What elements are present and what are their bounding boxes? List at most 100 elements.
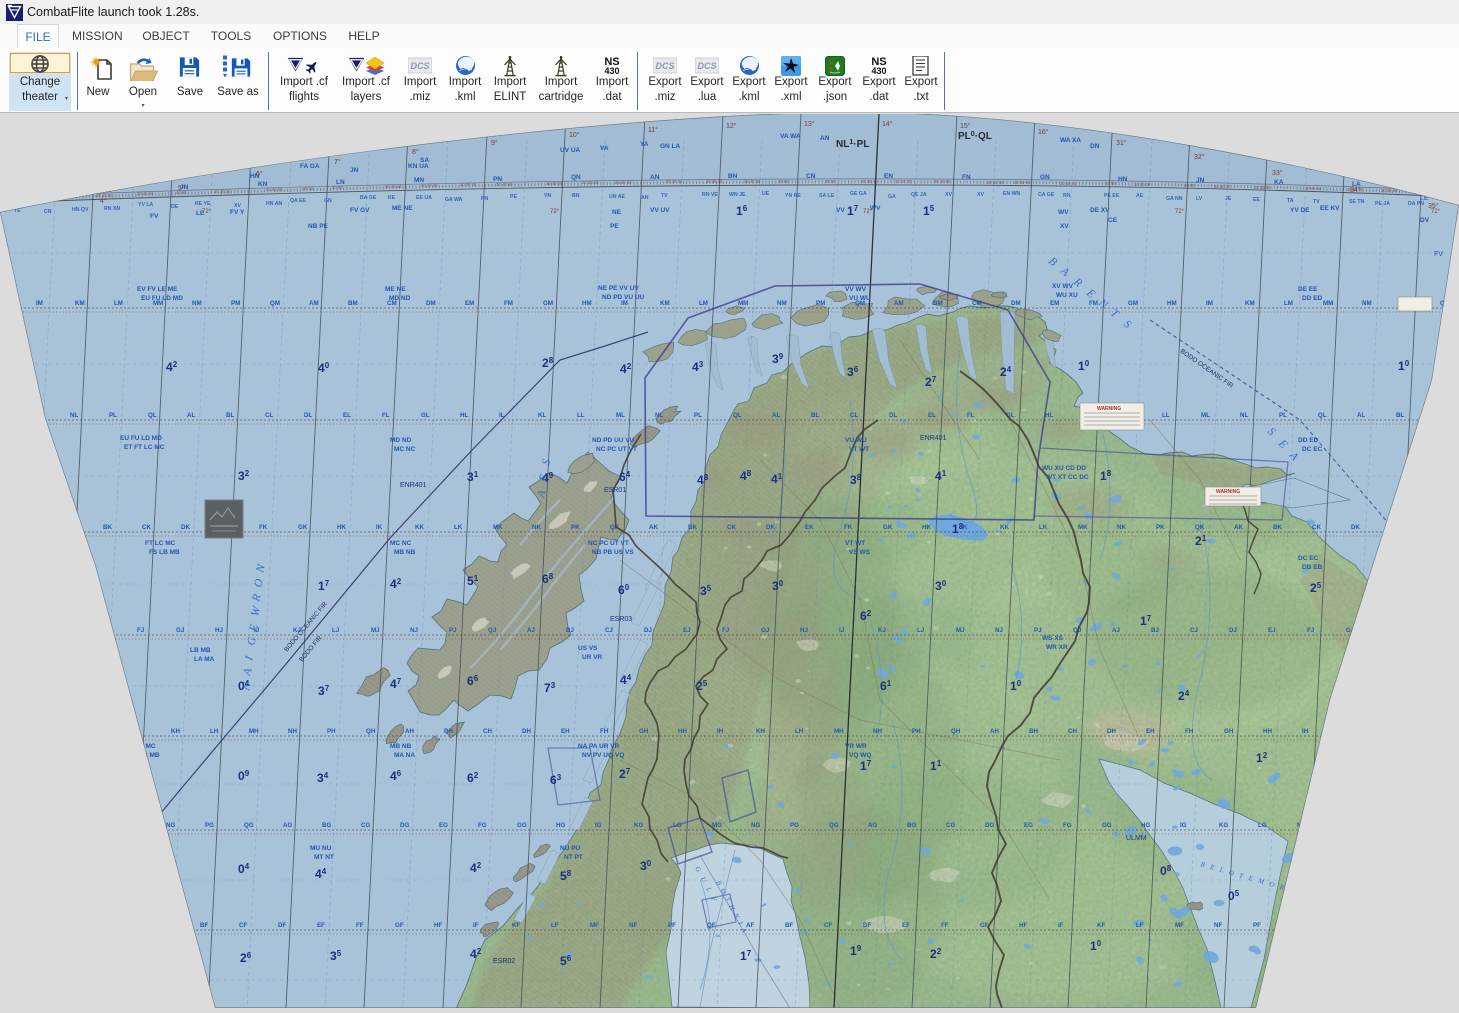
svg-text:KK: KK xyxy=(1000,524,1009,531)
svg-text:LM: LM xyxy=(1284,300,1293,307)
svg-text:NF: NF xyxy=(1214,922,1222,929)
svg-text:EE: EE xyxy=(1253,197,1260,203)
svg-text:MK: MK xyxy=(1078,524,1088,531)
svg-text:BK: BK xyxy=(688,524,697,531)
svg-text:NC PC UT VT: NC PC UT VT xyxy=(596,446,637,453)
svg-text:20 30 40: 20 30 40 xyxy=(1060,181,1077,186)
svg-text:DH: DH xyxy=(522,728,531,735)
svg-text:IF: IF xyxy=(1058,922,1064,929)
svg-text:LF: LF xyxy=(1136,922,1144,929)
svg-text:HF: HF xyxy=(434,922,442,929)
svg-text:MC NC: MC NC xyxy=(394,446,416,453)
svg-text:6°: 6° xyxy=(256,170,263,178)
svg-text:DF: DF xyxy=(278,922,286,929)
svg-text:CJ: CJ xyxy=(20,627,28,634)
svg-text:XV WV: XV WV xyxy=(1052,283,1074,290)
svg-text:QK: QK xyxy=(1195,524,1205,531)
svg-text:PH: PH xyxy=(327,728,336,735)
svg-text:YA: YA xyxy=(1290,160,1299,167)
svg-text:GJ: GJ xyxy=(1346,627,1355,634)
svg-text:MF: MF xyxy=(590,922,599,929)
svg-text:AL: AL xyxy=(187,412,195,419)
svg-text:EE UA: EE UA xyxy=(416,195,432,201)
svg-text:PE: PE xyxy=(610,223,619,230)
svg-text:PJ: PJ xyxy=(1034,627,1042,634)
svg-text:FH: FH xyxy=(600,728,609,735)
svg-text:SA LE: SA LE xyxy=(819,193,835,199)
svg-text:LL: LL xyxy=(577,412,585,419)
svg-text:CA GE: CA GE xyxy=(1038,192,1055,198)
svg-text:AK: AK xyxy=(1234,524,1243,531)
svg-text:VS WS: VS WS xyxy=(849,549,871,556)
svg-text:QJ: QJ xyxy=(488,627,497,634)
svg-text:430: 430 xyxy=(604,66,619,76)
svg-text:BA GE: BA GE xyxy=(360,195,377,201)
svg-text:BF: BF xyxy=(200,922,208,929)
svg-text:AJ: AJ xyxy=(1112,627,1120,634)
svg-text:AN: AN xyxy=(641,195,649,201)
svg-text:QM: QM xyxy=(270,300,280,307)
svg-text:IG: IG xyxy=(595,822,602,829)
svg-text:LV: LV xyxy=(1196,196,1203,202)
svg-text:EL: EL xyxy=(928,412,936,419)
svg-text:AM: AM xyxy=(894,300,904,307)
svg-text:VR WR: VR WR xyxy=(845,743,867,750)
svg-text:DC EC: DC EC xyxy=(1298,555,1319,562)
svg-text:BF: BF xyxy=(1370,922,1378,929)
svg-text:FN: FN xyxy=(962,174,971,181)
svg-text:AK: AK xyxy=(649,524,658,531)
svg-text:SE TN: SE TN xyxy=(1349,199,1365,205)
svg-text:MH: MH xyxy=(249,728,259,735)
svg-text:CK: CK xyxy=(1312,524,1321,531)
svg-text:FV Y: FV Y xyxy=(230,209,245,216)
svg-text:KM: KM xyxy=(1245,300,1255,307)
svg-text:EG: EG xyxy=(1024,822,1033,829)
svg-text:NT PT: NT PT xyxy=(564,854,583,861)
svg-text:34°: 34° xyxy=(1350,186,1361,194)
svg-text:KM: KM xyxy=(75,300,85,307)
svg-text:KA: KA xyxy=(1274,179,1284,186)
svg-text:ME NE: ME NE xyxy=(392,205,413,212)
svg-text:NV PV UQ VQ: NV PV UQ VQ xyxy=(582,752,624,759)
svg-text:DE: DE xyxy=(171,204,179,210)
svg-text:GN: GN xyxy=(1040,174,1050,181)
svg-text:GG: GG xyxy=(1102,822,1112,829)
svg-text:MK: MK xyxy=(493,524,503,531)
svg-text:GH: GH xyxy=(54,728,64,735)
svg-text:DD ED: DD ED xyxy=(1302,295,1323,302)
svg-text:MJ: MJ xyxy=(371,627,380,634)
svg-text:PF: PF xyxy=(83,922,91,929)
svg-text:KE: KE xyxy=(388,195,396,201)
svg-text:KH: KH xyxy=(756,728,765,735)
svg-text:72°: 72° xyxy=(1431,209,1441,215)
svg-text:NM: NM xyxy=(777,300,787,307)
svg-text:QL: QL xyxy=(148,412,157,419)
svg-text:VU WU: VU WU xyxy=(849,295,871,302)
svg-text:40 50: 40 50 xyxy=(332,185,343,190)
svg-text:HH: HH xyxy=(93,728,102,735)
svg-text:WT XT CC DC: WT XT CC DC xyxy=(1046,474,1089,481)
svg-text:EG: EG xyxy=(439,822,448,829)
svg-text:QK: QK xyxy=(25,524,35,531)
svg-text:AL: AL xyxy=(1357,412,1365,419)
svg-text:PK: PK xyxy=(571,524,580,531)
svg-text:BH: BH xyxy=(1029,728,1038,735)
svg-text:FV: FV xyxy=(150,213,159,220)
svg-text:10 20 30: 10 20 30 xyxy=(895,179,912,184)
svg-text:LG: LG xyxy=(1258,822,1267,829)
svg-text:VA WA: VA WA xyxy=(780,133,801,140)
svg-text:FM: FM xyxy=(504,300,513,307)
svg-text:LM: LM xyxy=(114,300,123,307)
svg-text:AF: AF xyxy=(161,922,169,929)
svg-text:EN: EN xyxy=(884,173,893,180)
svg-text:NL1·PL: NL1·PL xyxy=(836,139,869,150)
svg-text:ND PD UU VU: ND PD UU VU xyxy=(592,437,635,444)
svg-text:11°: 11° xyxy=(648,126,658,134)
svg-text:14°: 14° xyxy=(882,120,893,128)
svg-text:LK: LK xyxy=(1039,524,1048,531)
svg-text:NE: NE xyxy=(612,209,622,216)
svg-text:PM: PM xyxy=(816,300,825,307)
svg-text:LH: LH xyxy=(210,728,219,735)
svg-text:UN AE: UN AE xyxy=(609,194,625,200)
svg-text:GN LA: GN LA xyxy=(660,143,681,150)
